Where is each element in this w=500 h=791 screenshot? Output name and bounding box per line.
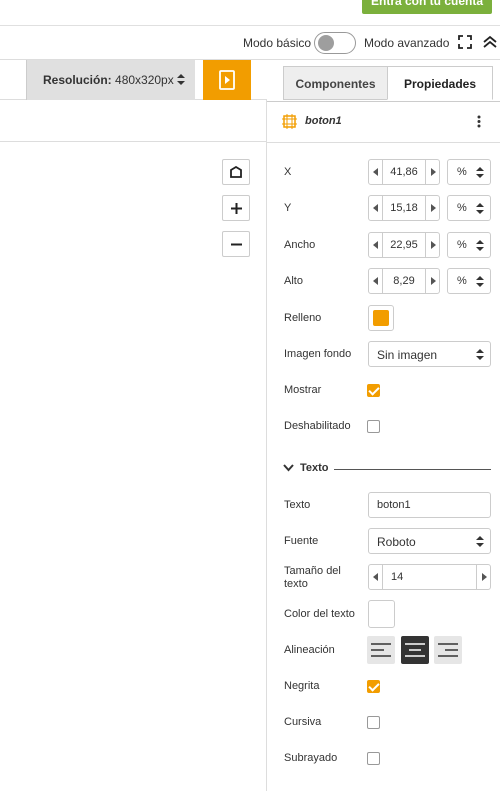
show-checkbox[interactable] <box>367 384 380 397</box>
width-value: 22,95 <box>390 239 418 251</box>
play-icon <box>219 70 235 90</box>
bold-label: Negrita <box>284 680 320 692</box>
y-value: 15,18 <box>390 202 418 214</box>
increment-icon[interactable] <box>425 160 439 184</box>
align-center-button[interactable] <box>401 636 429 664</box>
decrement-icon[interactable] <box>369 160 383 184</box>
resolution-value: 480x320px <box>115 73 174 87</box>
y-unit-select[interactable]: % <box>447 195 491 221</box>
component-name: boton1 <box>305 115 342 127</box>
canvas-subbar <box>0 100 267 142</box>
zoom-in-button[interactable] <box>222 195 250 221</box>
height-label: Alto <box>284 275 303 287</box>
increment-icon[interactable] <box>476 565 490 589</box>
height-unit-select[interactable]: % <box>447 268 491 294</box>
decrement-icon[interactable] <box>369 269 383 293</box>
height-stepper[interactable]: 8,29 <box>368 268 440 294</box>
font-size-label: Tamaño del texto <box>284 565 341 590</box>
decrement-icon[interactable] <box>369 196 383 220</box>
underline-checkbox[interactable] <box>367 752 380 765</box>
increment-icon[interactable] <box>425 233 439 257</box>
increment-icon[interactable] <box>425 196 439 220</box>
fill-color-picker[interactable] <box>368 305 394 331</box>
chevron-down-icon[interactable] <box>283 464 294 472</box>
y-label: Y <box>284 202 292 214</box>
minus-icon <box>231 243 242 246</box>
underline-label: Subrayado <box>284 752 338 764</box>
text-label: Texto <box>284 499 311 511</box>
select-arrows-icon <box>177 74 185 86</box>
bold-checkbox[interactable] <box>367 680 380 693</box>
tab-properties[interactable]: Propiedades <box>387 66 493 100</box>
width-label: Ancho <box>284 239 316 251</box>
plus-icon <box>231 203 242 214</box>
text-input[interactable]: boton1 <box>368 492 491 518</box>
italic-checkbox[interactable] <box>367 716 380 729</box>
x-label: X <box>284 166 292 178</box>
decrement-icon[interactable] <box>369 233 383 257</box>
align-right-button[interactable] <box>434 636 462 664</box>
y-stepper[interactable]: 15,18 <box>368 195 440 221</box>
increment-icon[interactable] <box>425 269 439 293</box>
preview-button[interactable] <box>203 60 251 100</box>
component-header <box>267 101 500 143</box>
resolution-label: Resolución: <box>43 73 112 87</box>
height-value: 8,29 <box>393 275 415 287</box>
font-size-value: 14 <box>391 571 404 583</box>
font-label: Fuente <box>284 535 319 547</box>
fullscreen-icon[interactable] <box>458 35 472 49</box>
home-button[interactable] <box>222 159 250 185</box>
text-section-title[interactable]: Texto <box>300 462 329 474</box>
show-label: Mostrar <box>284 384 322 396</box>
x-unit-select[interactable]: % <box>447 159 491 185</box>
disabled-checkbox[interactable] <box>367 420 380 433</box>
text-color-swatch <box>373 605 389 621</box>
decrement-icon[interactable] <box>369 565 383 589</box>
basic-mode-label: Modo básico <box>243 36 312 50</box>
width-unit-select[interactable]: % <box>447 232 491 258</box>
font-size-stepper[interactable]: 14 <box>368 564 491 590</box>
alignment-label: Alineación <box>284 644 335 656</box>
mode-toggle[interactable] <box>314 32 356 54</box>
text-color-picker[interactable] <box>368 600 395 628</box>
zoom-out-button[interactable] <box>222 231 250 257</box>
align-left-icon <box>371 643 391 657</box>
home-icon <box>230 166 242 178</box>
section-divider <box>334 469 491 470</box>
tab-components[interactable]: Componentes <box>283 66 387 100</box>
login-button[interactable]: Entra con tu cuenta <box>362 0 492 14</box>
text-color-label: Color del texto <box>284 608 355 620</box>
align-left-button[interactable] <box>367 636 395 664</box>
component-frame-icon <box>282 114 297 129</box>
font-select[interactable]: Roboto <box>368 528 491 554</box>
more-options-icon[interactable] <box>477 115 481 128</box>
disabled-label: Deshabilitado <box>284 420 351 432</box>
bg-image-label: Imagen fondo <box>284 348 352 360</box>
bg-image-select[interactable]: Sin imagen <box>368 341 491 367</box>
advanced-mode-label: Modo avanzado <box>364 36 450 50</box>
align-right-icon <box>438 643 458 657</box>
x-stepper[interactable]: 41,86 <box>368 159 440 185</box>
fill-label: Relleno <box>284 312 322 324</box>
resolution-select[interactable]: Resolución: 480x320px <box>26 60 195 100</box>
italic-label: Cursiva <box>284 716 322 728</box>
toggle-knob <box>318 35 334 51</box>
collapse-icon[interactable] <box>482 34 498 50</box>
x-value: 41,86 <box>390 166 418 178</box>
fill-color-swatch <box>373 310 389 326</box>
width-stepper[interactable]: 22,95 <box>368 232 440 258</box>
align-center-icon <box>405 643 425 657</box>
